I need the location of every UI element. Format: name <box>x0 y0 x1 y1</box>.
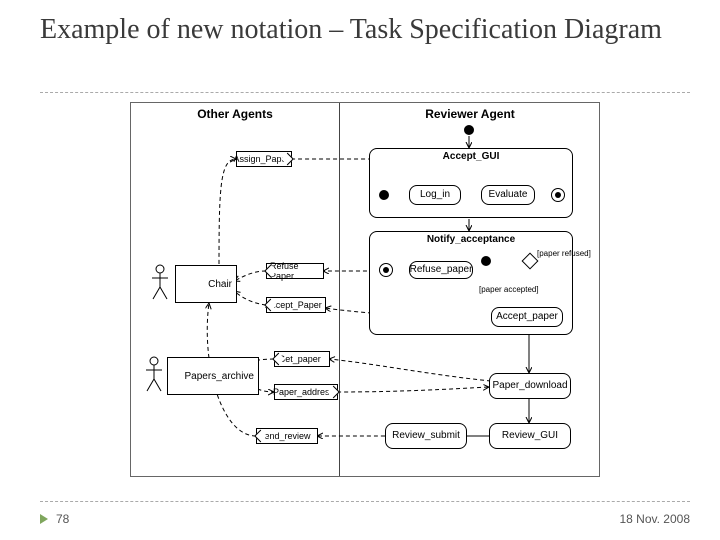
msg-refuse-paper: Refuse Paper <box>266 263 324 279</box>
final-node-icon <box>551 188 565 202</box>
activity-accept-gui: Accept_GUI <box>369 148 573 218</box>
msg-assign-paper: Assign_Paper <box>236 151 292 167</box>
guard-refused: [paper refused] <box>537 249 591 258</box>
stickman-icon <box>143 355 165 393</box>
activity-paper-download: Paper_download <box>489 373 571 399</box>
task-specification-diagram: Other Agents Reviewer Agent <box>130 102 600 477</box>
activity-accept-paper: Accept_paper <box>491 307 563 327</box>
divider-top <box>40 92 690 93</box>
triangle-bullet-icon <box>40 514 48 524</box>
initial-node-icon <box>379 190 389 200</box>
activity-review-gui: Review_GUI <box>489 423 571 449</box>
actor-papers-archive: Papers_archive <box>167 357 259 395</box>
activity-log-in: Log_in <box>409 185 461 205</box>
actor-papers-archive-label: Papers_archive <box>185 371 254 382</box>
activity-refuse-paper: Refuse_paper <box>409 261 473 279</box>
guard-accepted: [paper accepted] <box>479 285 539 294</box>
slide-title: Example of new notation – Task Specifica… <box>40 14 680 46</box>
slide: Example of new notation – Task Specifica… <box>0 0 720 540</box>
initial-node-icon <box>464 125 474 135</box>
msg-send-review: Send_review <box>256 428 318 444</box>
final-node-icon <box>379 263 393 277</box>
msg-paper-address: Paper_address <box>274 384 338 400</box>
slide-footer: 78 18 Nov. 2008 <box>40 512 690 526</box>
msg-get-paper: Get_paper <box>274 351 330 367</box>
footer-date: 18 Nov. 2008 <box>620 512 691 526</box>
page-number: 78 <box>56 512 69 526</box>
stickman-icon <box>149 263 171 301</box>
activity-review-submit: Review_submit <box>385 423 467 449</box>
msg-accept-paper: Accept_Paper <box>266 297 326 313</box>
divider-bottom <box>40 501 690 502</box>
activity-accept-gui-label: Accept_GUI <box>443 152 500 163</box>
actor-chair-label: Chair <box>208 279 232 290</box>
activity-evaluate: Evaluate <box>481 185 535 205</box>
activity-notify-acceptance-label: Notify_acceptance <box>427 235 515 246</box>
initial-node-icon <box>481 256 491 266</box>
actor-chair: Chair <box>175 265 237 303</box>
